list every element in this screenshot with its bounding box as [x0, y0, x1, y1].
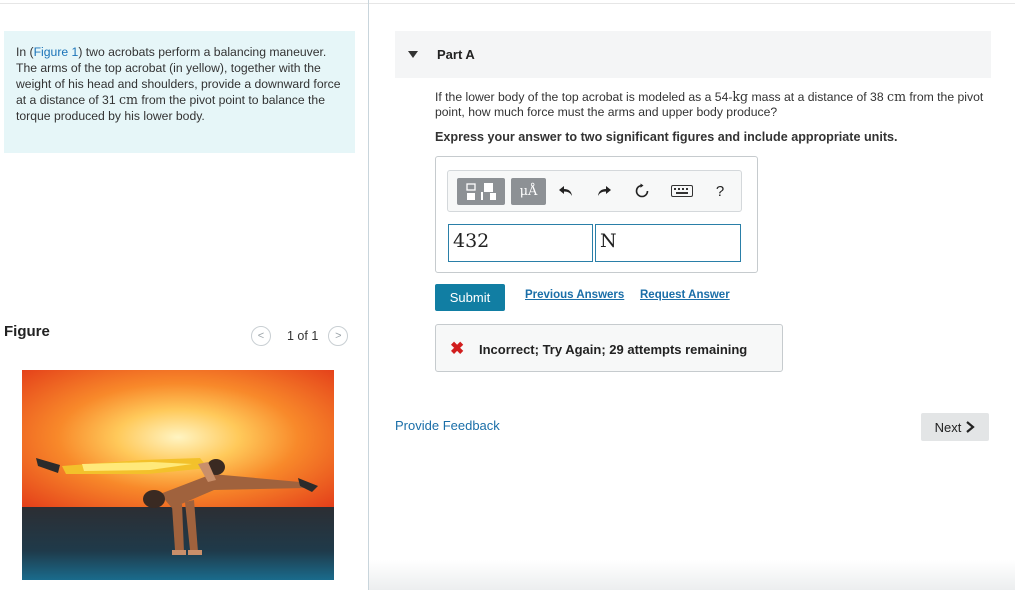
question-unit-cm: cm: [887, 89, 907, 104]
part-title: Part A: [437, 47, 475, 62]
question-text: If the lower body of the top acrobat is …: [435, 89, 995, 120]
figure-prev-button[interactable]: <: [251, 326, 271, 346]
caret-down-icon: [408, 51, 418, 58]
previous-answers-link[interactable]: Previous Answers: [525, 289, 624, 301]
figure-link[interactable]: Figure 1: [34, 45, 79, 59]
question-text-1: If the lower body of the top acrobat is …: [435, 90, 733, 104]
help-icon[interactable]: ?: [710, 180, 730, 202]
figure-pager: < 1 of 1 >: [251, 326, 349, 346]
figure-page-indicator: 1 of 1: [287, 329, 319, 343]
problem-unit: cm: [119, 92, 138, 107]
submit-button[interactable]: Submit: [435, 284, 505, 311]
top-rule: [0, 3, 1015, 4]
problem-statement: In (Figure 1) two acrobats perform a bal…: [4, 31, 355, 153]
figure-label: Figure: [4, 323, 50, 340]
answer-box: μÅ ? 432 N: [435, 156, 758, 273]
templates-button[interactable]: [457, 178, 505, 205]
chevron-right-icon: [966, 421, 976, 433]
question-unit-kg: kg: [732, 89, 749, 104]
keyboard-icon[interactable]: [669, 180, 695, 202]
chevron-right-icon: >: [335, 330, 342, 342]
question-text-2: mass at a distance of 38: [748, 90, 888, 104]
instruction-text: Express your answer to two significant f…: [435, 130, 898, 144]
feedback-message-box: ✖ Incorrect; Try Again; 29 attempts rema…: [435, 324, 783, 372]
provide-feedback-link[interactable]: Provide Feedback: [395, 418, 500, 433]
next-label: Next: [934, 419, 962, 435]
reset-icon[interactable]: [632, 180, 652, 202]
math-toolbar: μÅ ?: [447, 170, 742, 212]
error-x-icon: ✖: [450, 339, 465, 358]
figure-next-button[interactable]: >: [328, 326, 349, 346]
request-answer-link[interactable]: Request Answer: [640, 289, 730, 301]
feedback-message: Incorrect; Try Again; 29 attempts remain…: [479, 342, 748, 357]
redo-icon[interactable]: [594, 180, 614, 202]
templates-icon: [466, 183, 496, 200]
answer-unit-input[interactable]: N: [595, 224, 741, 262]
bottom-fade: [369, 560, 1015, 590]
answer-value-input[interactable]: 432: [448, 224, 593, 262]
acrobats-figure: [22, 370, 334, 580]
part-a-header[interactable]: Part A: [395, 31, 991, 78]
chevron-left-icon: <: [257, 330, 265, 342]
pane-divider: [368, 0, 369, 590]
units-button[interactable]: μÅ: [511, 178, 546, 205]
problem-text-1: In (: [16, 45, 34, 59]
undo-icon[interactable]: [556, 180, 576, 202]
next-button[interactable]: Next: [921, 413, 989, 441]
